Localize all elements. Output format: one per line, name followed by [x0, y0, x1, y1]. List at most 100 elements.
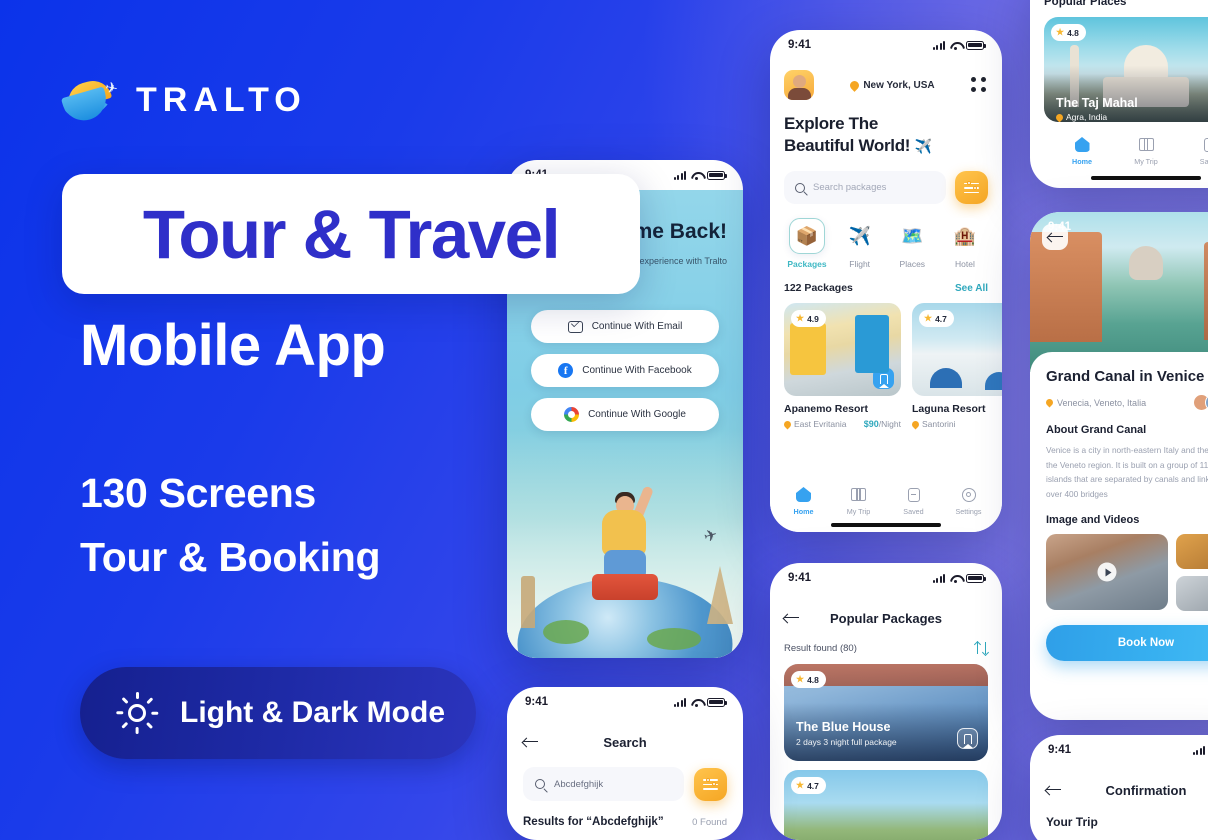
category-packages[interactable]: 📦 Packages — [784, 218, 830, 269]
wifi-icon — [691, 171, 702, 180]
bookmark-icon — [963, 733, 974, 748]
star-icon: ★ — [796, 780, 805, 790]
play-icon[interactable] — [1097, 562, 1117, 582]
phone-popular-packages-screen: 9:41 Popular Packages Result found (80) … — [770, 563, 1002, 840]
signal-icon — [673, 170, 686, 180]
package-carousel[interactable]: ★ 4.9 Apanemo Resort East Evritania $90/… — [782, 303, 1002, 430]
search-input[interactable]: Search packages — [784, 171, 946, 205]
grid-dots-icon[interactable] — [970, 76, 988, 94]
category-places[interactable]: 🗺️ Places — [889, 218, 935, 269]
package-card[interactable]: ★ 4.7 Laguna Resort Santorini — [910, 303, 1002, 430]
package-card[interactable]: ★ 4.7 — [784, 770, 988, 840]
book-now-button[interactable]: Book Now — [1046, 625, 1208, 662]
continue-with-facebook-button[interactable]: f Continue With Facebook — [531, 354, 719, 387]
wifi-icon — [950, 41, 961, 50]
media-heading: Image and Videos — [1046, 514, 1140, 527]
signal-icon — [932, 40, 945, 50]
tab-label: Saved — [1199, 157, 1208, 166]
tab-label: My Trip — [1134, 157, 1158, 166]
hero-subtitle: Mobile App — [80, 313, 386, 378]
continue-with-email-button[interactable]: Continue With Email — [531, 310, 719, 343]
hero-title: Tour & Travel — [142, 195, 561, 273]
tab-label: Home — [793, 507, 814, 516]
nav-header: Popular Packages — [784, 607, 988, 629]
home-icon — [1074, 137, 1090, 152]
tab-home[interactable]: Home — [1060, 136, 1104, 166]
category-list: 📦 Packages ✈️ Flight 🗺️ Places 🏨 Hotel — [784, 218, 988, 269]
filter-icon — [703, 777, 718, 790]
package-name: Apanemo Resort — [784, 403, 869, 416]
sort-icon[interactable] — [973, 641, 990, 656]
tab-my-trip[interactable]: My Trip — [1124, 136, 1168, 166]
detail-location: Venecia, Veneto, Italia — [1044, 397, 1147, 408]
home-header: New York, USA — [784, 70, 988, 100]
bookmark-button[interactable] — [957, 728, 978, 749]
tab-saved[interactable]: Saved — [1188, 136, 1208, 166]
search-input[interactable]: Abcdefghijk — [523, 767, 684, 801]
rating-badge: ★ 4.8 — [791, 671, 826, 688]
tab-label: Home — [1072, 157, 1092, 166]
screens-line-2: Tour & Booking — [80, 533, 381, 580]
bookmark-button[interactable] — [873, 368, 894, 390]
media-gallery — [1046, 534, 1208, 612]
book-now-label: Book Now — [1117, 637, 1175, 650]
nav-header: Search — [523, 731, 727, 753]
package-card[interactable]: ★ 4.8 The Blue House 2 days 3 night full… — [784, 664, 988, 761]
media-video-thumb[interactable] — [1046, 534, 1168, 611]
avatar[interactable] — [784, 70, 814, 100]
filter-button[interactable] — [694, 767, 727, 801]
bottom-tab-bar: Home My Trip Saved — [1044, 136, 1208, 166]
package-location-label: Santorini — [922, 419, 956, 430]
rating-badge: ★ 4.7 — [791, 777, 826, 794]
tab-my-trip[interactable]: My Trip — [837, 486, 881, 516]
filter-button[interactable] — [955, 171, 988, 205]
category-hotel[interactable]: 🏨 Hotel — [942, 218, 988, 269]
package-card[interactable]: ★ 4.9 Apanemo Resort East Evritania $90/… — [782, 303, 901, 430]
rating-badge: ★ 4.7 — [919, 310, 954, 328]
signal-icon — [673, 697, 686, 707]
status-time: 9:41 — [525, 696, 549, 708]
continue-email-label: Continue With Email — [591, 321, 683, 332]
package-subtitle: 2 days 3 night full package — [796, 737, 897, 747]
status-bar: 9:41 — [507, 687, 743, 717]
bookmark-icon — [1204, 137, 1208, 152]
package-title: The Blue House — [796, 720, 891, 734]
result-count-label: Result found (80) — [784, 643, 857, 654]
phone-search-screen: 9:41 Search Abcdefghijk Results for “Abc… — [507, 687, 743, 840]
map-pin-icon — [910, 419, 921, 430]
location-selector[interactable]: New York, USA — [848, 78, 935, 92]
tab-settings[interactable]: Settings — [947, 486, 991, 516]
battery-icon — [966, 40, 986, 50]
category-flight[interactable]: ✈️ Flight — [837, 218, 883, 269]
media-thumb[interactable] — [1176, 534, 1208, 570]
detail-location-label: Venecia, Veneto, Italia — [1057, 397, 1147, 408]
search-row: Abcdefghijk — [523, 767, 727, 801]
promo-panel: ✈ TRALTO Tour & Travel Mobile App 130 Sc… — [0, 0, 640, 840]
package-location: East Evritania — [782, 419, 846, 429]
place-card[interactable]: ★ 4.8 The Taj Mahal Agra, India — [1044, 17, 1208, 122]
light-dark-mode-pill[interactable]: Light & Dark Mode — [80, 667, 476, 759]
media-thumb[interactable] — [1176, 576, 1208, 612]
traveler-avatars[interactable] — [1193, 394, 1208, 411]
phone-confirmation-screen: 9:41 Confirmation Your Trip Date : — [1030, 735, 1208, 840]
status-bar: 9:41 — [1030, 212, 1208, 242]
packages-count: 122 Packages — [784, 282, 853, 295]
package-image: ★ 4.7 — [912, 303, 1002, 397]
places-emoji-icon: 🗺️ — [894, 218, 931, 255]
page-title: Popular Packages — [830, 610, 942, 626]
tab-saved[interactable]: Saved — [892, 486, 936, 516]
see-all-link[interactable]: See All — [955, 283, 988, 294]
package-price-value: $90 — [863, 419, 879, 430]
continue-with-google-button[interactable]: Continue With Google — [531, 398, 719, 431]
traveler-figure — [582, 484, 668, 600]
tab-home[interactable]: Home — [782, 486, 826, 516]
status-bar: 9:41 — [1030, 735, 1208, 765]
home-heading: Explore The Beautiful World! ✈️ — [784, 113, 988, 157]
tab-label: Saved — [903, 507, 924, 516]
tab-label: Settings — [955, 507, 982, 516]
category-label: Packages — [787, 259, 827, 270]
mode-pill-label: Light & Dark Mode — [180, 696, 446, 729]
phone-place-detail-screen: 9:41 Grand Canal in Venice Venecia, Vene… — [1030, 212, 1208, 720]
status-time: 9:41 — [788, 39, 812, 51]
star-icon: ★ — [1056, 27, 1065, 37]
